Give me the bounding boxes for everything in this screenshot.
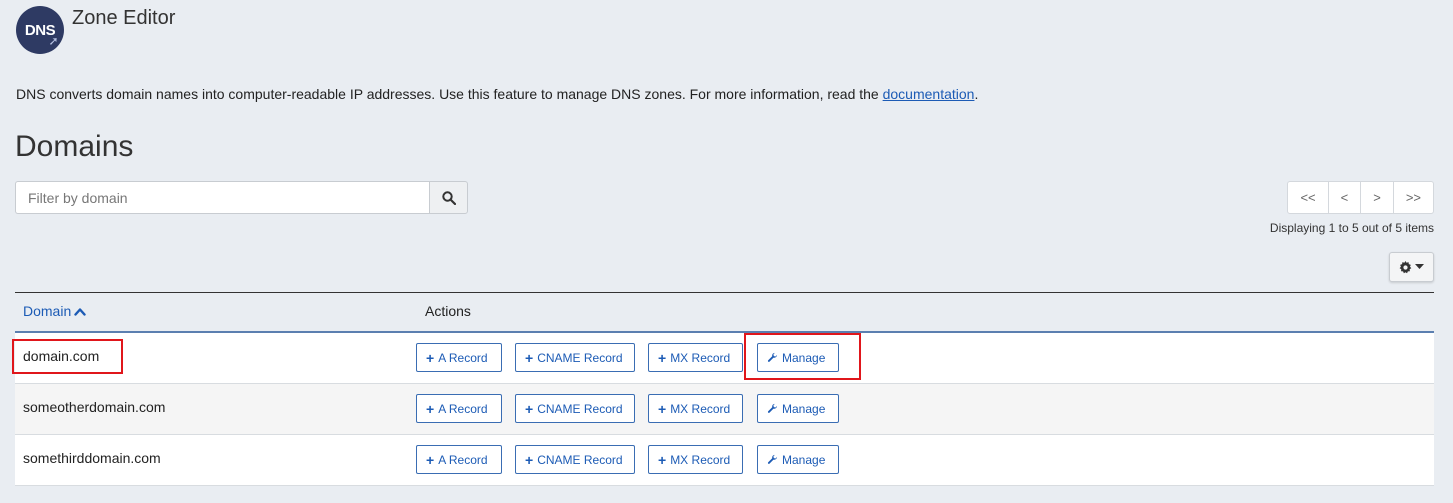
chevron-up-icon xyxy=(74,307,86,316)
next-page-button[interactable]: > xyxy=(1361,181,1394,214)
gear-icon xyxy=(1399,260,1412,273)
intro-text: DNS converts domain names into computer-… xyxy=(16,86,979,102)
table-row: somethirddomain.com + A Record + CNAME Rec… xyxy=(15,435,1434,486)
pagination: << < > >> xyxy=(1287,181,1434,214)
cursor-icon: ➚ xyxy=(48,34,58,48)
plus-icon: + xyxy=(658,400,667,417)
wrench-icon xyxy=(767,454,778,464)
plus-icon: + xyxy=(658,349,667,366)
manage-button[interactable]: Manage xyxy=(757,394,839,423)
add-a-record-button[interactable]: + A Record xyxy=(416,394,502,423)
filter-input[interactable] xyxy=(15,181,429,214)
wrench-icon xyxy=(767,403,778,413)
plus-icon: + xyxy=(525,349,534,366)
plus-icon: + xyxy=(426,451,435,468)
add-cname-record-button[interactable]: + CNAME Record xyxy=(515,394,635,423)
last-page-button[interactable]: >> xyxy=(1393,181,1434,214)
add-a-record-button[interactable]: + A Record xyxy=(416,343,502,372)
add-a-record-button[interactable]: + A Record xyxy=(416,445,502,474)
plus-icon: + xyxy=(426,349,435,366)
table-row: domain.com + A Record + CNAME Record + MX R… xyxy=(15,333,1434,384)
add-mx-record-button[interactable]: + MX Record xyxy=(648,445,743,474)
prev-page-button[interactable]: < xyxy=(1328,181,1362,214)
page-info: Displaying 1 to 5 out of 5 items xyxy=(1269,221,1434,235)
table-body: domain.com + A Record + CNAME Record + MX R… xyxy=(15,333,1434,486)
domains-table: Domain Actions domain.com + A Record + CNA… xyxy=(15,292,1434,486)
actions-column-header: Actions xyxy=(425,303,471,319)
add-mx-record-button[interactable]: + MX Record xyxy=(648,394,743,423)
domain-column-header[interactable]: Domain xyxy=(23,303,86,319)
documentation-link[interactable]: documentation xyxy=(883,86,975,102)
search-icon xyxy=(441,190,456,205)
plus-icon: + xyxy=(658,451,667,468)
table-header: Domain Actions xyxy=(15,292,1434,333)
first-page-button[interactable]: << xyxy=(1287,181,1329,214)
manage-button[interactable]: Manage xyxy=(757,343,839,372)
plus-icon: + xyxy=(525,400,534,417)
domain-name: domain.com xyxy=(23,348,100,364)
add-cname-record-button[interactable]: + CNAME Record xyxy=(515,343,635,372)
app-title: Zone Editor xyxy=(72,7,176,29)
domain-name: somethirddomain.com xyxy=(23,450,161,466)
plus-icon: + xyxy=(426,400,435,417)
add-mx-record-button[interactable]: + MX Record xyxy=(648,343,743,372)
settings-button[interactable] xyxy=(1389,252,1434,282)
add-cname-record-button[interactable]: + CNAME Record xyxy=(515,445,635,474)
search-button[interactable] xyxy=(429,181,468,214)
section-title: Domains xyxy=(15,130,134,163)
plus-icon: + xyxy=(525,451,534,468)
domain-name: someotherdomain.com xyxy=(23,399,166,415)
dns-logo-icon: DNS ➚ xyxy=(16,6,64,54)
caret-down-icon xyxy=(1415,264,1424,269)
wrench-icon xyxy=(767,352,778,362)
manage-button[interactable]: Manage xyxy=(757,445,839,474)
filter-group xyxy=(15,181,468,214)
table-row: someotherdomain.com + A Record + CNAME Rec… xyxy=(15,384,1434,435)
